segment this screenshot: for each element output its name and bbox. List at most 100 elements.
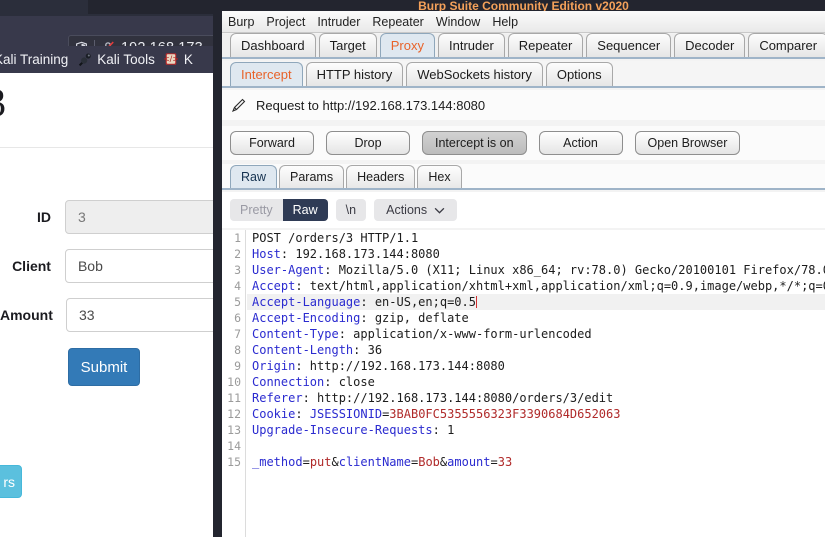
request-token: Host xyxy=(252,247,281,261)
bookmark-kali-tools[interactable]: Kali Tools xyxy=(77,52,155,67)
request-token: : close xyxy=(324,375,375,389)
request-token: POST /orders/3 HTTP/1.1 xyxy=(252,231,419,245)
amount-field[interactable]: 33 xyxy=(66,298,222,332)
firefox-titlebar xyxy=(0,0,222,16)
tab-proxy[interactable]: Proxy xyxy=(379,33,435,57)
request-line[interactable]: Accept-Encoding: gzip, deflate xyxy=(247,310,825,326)
tab-intercept[interactable]: Intercept xyxy=(230,62,303,86)
request-line[interactable]: User-Agent: Mozilla/5.0 (X11; Linux x86_… xyxy=(247,262,825,278)
request-token: 33 xyxy=(497,455,513,469)
request-line[interactable]: Referer: http://192.168.173.144:8080/ord… xyxy=(247,390,825,406)
line-number: 6 xyxy=(234,311,241,325)
tab-target[interactable]: Target xyxy=(318,33,377,57)
menu-project[interactable]: Project xyxy=(266,15,305,29)
tab-http-history[interactable]: HTTP history xyxy=(305,62,404,86)
request-code[interactable]: POST /orders/3 HTTP/1.1 Host: 192.168.173… xyxy=(247,230,825,537)
page-divider xyxy=(0,147,222,148)
proxy-tab-bar: Intercept HTTP history WebSockets histor… xyxy=(222,61,825,88)
window-edge-divider xyxy=(213,0,222,537)
request-token: : http://192.168.173.144:8080/orders/3/e… xyxy=(302,391,614,405)
request-token: : en-US,en;q=0.5 xyxy=(360,295,476,309)
tab-decoder[interactable]: Decoder xyxy=(674,33,746,57)
firefox-window: 192.168.173. Kali Training Kali Tools xyxy=(0,0,222,537)
request-token: Connection xyxy=(252,375,325,389)
submit-button[interactable]: Submit xyxy=(68,348,140,386)
request-token: Referer xyxy=(252,391,303,405)
line-number: 9 xyxy=(234,359,241,373)
bookmark-kali-training[interactable]: Kali Training xyxy=(0,52,68,67)
page-content: 3 ID 3 Client Bob Amount 33 Submit rs xyxy=(0,73,222,537)
request-token: : 192.168.173.144:8080 xyxy=(280,247,440,261)
pretty-button[interactable]: Pretty xyxy=(230,199,283,221)
chevron-down-icon xyxy=(434,203,445,217)
tab-params[interactable]: Params xyxy=(279,165,345,188)
request-editor[interactable]: 1 2 3 4 5 6 7 8 9 10 11 12 13 14 15 POST /orders/3 HTT… xyxy=(222,230,825,537)
client-field[interactable]: Bob xyxy=(64,249,222,283)
actions-dropdown[interactable]: Actions xyxy=(374,199,458,221)
request-title: Request to http://192.168.173.144:8080 xyxy=(256,97,486,113)
tab-intruder[interactable]: Intruder xyxy=(437,33,505,57)
request-line[interactable]: POST /orders/3 HTTP/1.1 xyxy=(247,230,825,246)
request-line[interactable]: Accept-Language: en-US,en;q=0.5 xyxy=(247,294,825,310)
svg-text:</>: </> xyxy=(164,55,178,64)
request-token: User-Agent xyxy=(252,263,325,277)
tab-headers[interactable]: Headers xyxy=(346,165,416,188)
request-line[interactable] xyxy=(247,438,825,454)
firefox-tabstrip[interactable] xyxy=(88,0,222,14)
tab-dashboard[interactable]: Dashboard xyxy=(230,33,316,57)
line-number: 3 xyxy=(234,263,241,277)
tab-repeater[interactable]: Repeater xyxy=(507,33,584,57)
form-row-amount: Amount 33 xyxy=(0,298,222,332)
request-line[interactable]: Accept: text/html,application/xhtml+xml,… xyxy=(247,278,825,294)
line-number: 11 xyxy=(227,391,241,405)
request-line[interactable]: Cookie: JSESSIONID=3BAB0FC5355556323F339… xyxy=(247,406,825,422)
orders-button[interactable]: rs xyxy=(0,465,22,498)
request-token: : http://192.168.173.144:8080 xyxy=(295,359,505,373)
line-number: 2 xyxy=(234,247,241,261)
request-token: Accept xyxy=(252,279,296,293)
tab-hex[interactable]: Hex xyxy=(417,165,462,188)
book-icon: </> xyxy=(163,52,179,67)
id-field[interactable]: 3 xyxy=(64,200,222,234)
request-token: put xyxy=(309,455,332,469)
menu-bar: Burp Project Intruder Repeater Window He… xyxy=(222,11,825,33)
actions-label: Actions xyxy=(386,203,428,217)
line-number: 8 xyxy=(234,343,241,357)
request-line[interactable]: _method=put&clientName=Bob&amount=33 xyxy=(247,454,825,470)
request-token: Content-Type xyxy=(252,327,339,341)
request-token: : application/x-www-form-urlencoded xyxy=(338,327,592,341)
bookmark-k[interactable]: </> K xyxy=(163,52,193,67)
menu-help[interactable]: Help xyxy=(492,15,518,29)
tab-sequencer[interactable]: Sequencer xyxy=(586,33,672,57)
request-line[interactable]: Content-Type: application/x-www-form-url… xyxy=(247,326,825,342)
request-token: : 1 xyxy=(432,423,455,437)
request-line[interactable]: Upgrade-Insecure-Requests: 1 xyxy=(247,422,825,438)
request-line[interactable]: Connection: close xyxy=(247,374,825,390)
menu-intruder[interactable]: Intruder xyxy=(317,15,360,29)
request-token: = xyxy=(302,455,310,469)
request-line[interactable]: Host: 192.168.173.144:8080 xyxy=(247,246,825,262)
raw-button[interactable]: Raw xyxy=(282,199,328,221)
request-line[interactable]: Content-Length: 36 xyxy=(247,342,825,358)
request-header: Request to http://192.168.173.144:8080 xyxy=(222,90,825,120)
tab-raw[interactable]: Raw xyxy=(230,165,278,188)
request-token: Cookie xyxy=(252,407,296,421)
open-browser-button[interactable]: Open Browser xyxy=(634,131,741,155)
line-number: 14 xyxy=(227,439,241,453)
action-button[interactable]: Action xyxy=(538,131,623,155)
intercept-toggle-button[interactable]: Intercept is on xyxy=(422,131,527,155)
tab-proxy-options[interactable]: Options xyxy=(545,62,613,86)
forward-button[interactable]: Forward xyxy=(230,131,314,155)
menu-burp[interactable]: Burp xyxy=(228,15,254,29)
request-token: Bob xyxy=(418,455,440,469)
menu-repeater[interactable]: Repeater xyxy=(372,15,423,29)
tab-comparer[interactable]: Comparer xyxy=(748,33,825,57)
tab-websockets-history[interactable]: WebSockets history xyxy=(406,62,543,86)
line-number: 1 xyxy=(234,231,241,245)
drop-button[interactable]: Drop xyxy=(326,131,410,155)
request-token: 3BAB0FC5355556323F3390684D652063 xyxy=(389,407,621,421)
request-line[interactable]: Origin: http://192.168.173.144:8080 xyxy=(247,358,825,374)
intercept-action-bar: Forward Drop Intercept is on Action Open… xyxy=(222,126,825,160)
newline-button[interactable]: \n xyxy=(335,199,367,221)
menu-window[interactable]: Window xyxy=(436,15,480,29)
